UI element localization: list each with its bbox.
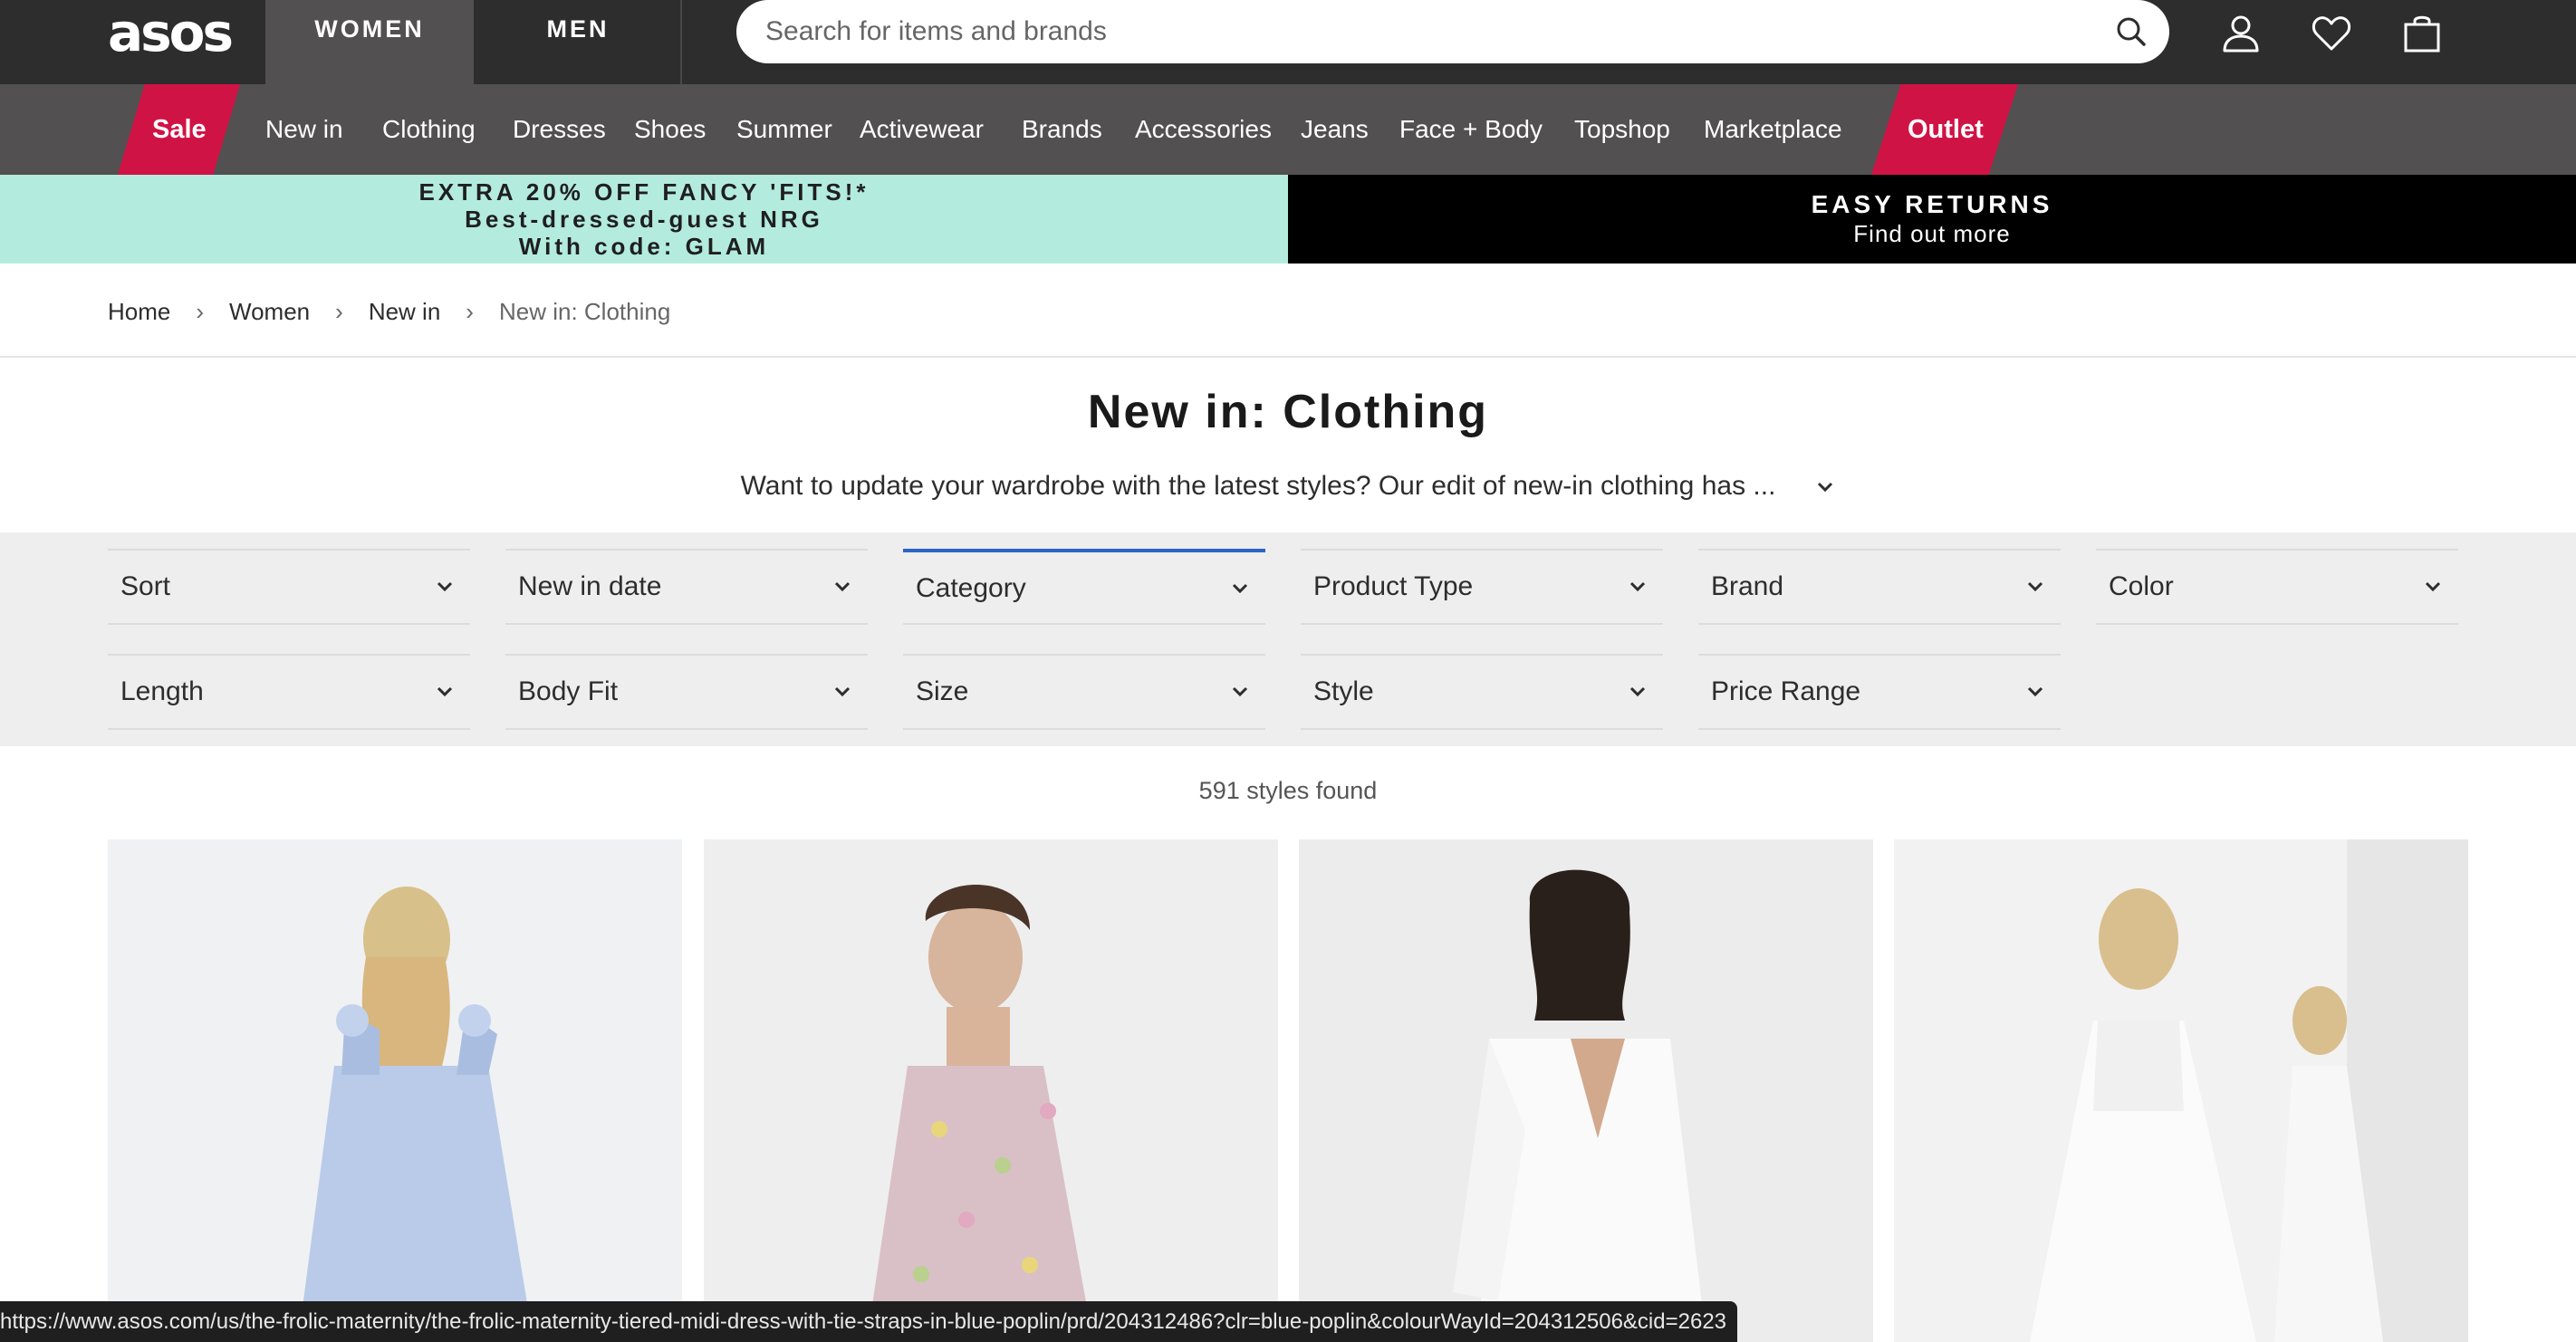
chevron-down-icon	[1629, 686, 1646, 697]
breadcrumb-current: New in: Clothing	[498, 297, 671, 325]
product-image[interactable]	[1299, 839, 1873, 1342]
nav-accessories[interactable]: Accessories	[1135, 84, 1272, 175]
nav-jeans[interactable]: Jeans	[1301, 84, 1369, 175]
breadcrumb-new-in[interactable]: New in	[369, 298, 440, 326]
nav-brands[interactable]: Brands	[1022, 84, 1102, 175]
filter-label: Brand	[1711, 571, 1784, 601]
chevron-down-icon[interactable]	[1815, 477, 1835, 497]
filter-label: Category	[916, 573, 1026, 603]
chevron-down-icon	[1232, 686, 1248, 697]
breadcrumb-women[interactable]: Women	[229, 298, 310, 326]
search-icon[interactable]	[2115, 15, 2148, 48]
filter-body-fit[interactable]: Body Fit	[505, 654, 868, 730]
tab-men[interactable]: MEN	[474, 0, 682, 84]
nav-outlet[interactable]: Outlet	[1908, 84, 1984, 175]
divider	[0, 356, 2576, 358]
promo-line-3: With code: GLAM	[518, 233, 770, 260]
filter-label: New in date	[518, 571, 662, 601]
top-bar: asos WOMEN MEN	[0, 0, 2576, 84]
nav-face-body[interactable]: Face + Body	[1399, 84, 1543, 175]
chevron-down-icon	[834, 686, 851, 697]
nav-shoes[interactable]: Shoes	[634, 84, 706, 175]
filter-length[interactable]: Length	[108, 654, 470, 730]
results-count: 591 styles found	[1198, 777, 1378, 804]
product-card[interactable]	[108, 839, 682, 1342]
product-image[interactable]	[704, 839, 1278, 1342]
returns-link[interactable]: Find out more	[1288, 220, 2576, 247]
filter-style[interactable]: Style	[1301, 654, 1663, 730]
product-card[interactable]	[1894, 839, 2468, 1342]
product-image[interactable]	[1894, 839, 2468, 1342]
filter-category[interactable]: Category	[903, 549, 1265, 625]
heart-icon[interactable]	[2311, 13, 2352, 54]
divider	[680, 0, 682, 84]
nav-sale[interactable]: Sale	[152, 84, 207, 175]
returns-title: EASY RETURNS	[1811, 190, 2053, 218]
page-title: New in: Clothing	[1087, 386, 1489, 438]
product-card[interactable]	[1299, 839, 1873, 1342]
chevron-down-icon	[437, 686, 453, 697]
category-description[interactable]: Want to update your wardrobe with the la…	[0, 471, 2576, 502]
nav-clothing[interactable]: Clothing	[382, 84, 476, 175]
asos-logo[interactable]: asos	[108, 5, 234, 60]
breadcrumb-separator: ›	[196, 297, 205, 325]
filter-size[interactable]: Size	[903, 654, 1265, 730]
search-bar[interactable]	[736, 0, 2169, 63]
filter-label: Body Fit	[518, 676, 619, 706]
chevron-down-icon	[834, 581, 851, 592]
category-nav: Sale New in Clothing Dresses Shoes Summe…	[0, 84, 2576, 175]
promo-line-1: EXTRA 20% OFF FANCY 'FITS!*	[418, 178, 870, 206]
product-image[interactable]	[108, 839, 682, 1342]
product-card[interactable]	[704, 839, 1278, 1342]
filter-product-type[interactable]: Product Type	[1301, 549, 1663, 625]
filter-label: Color	[2109, 571, 2174, 601]
chevron-down-icon	[2425, 581, 2441, 592]
filter-brand[interactable]: Brand	[1698, 549, 2061, 625]
filter-label: Sort	[120, 571, 171, 601]
tab-women[interactable]: WOMEN	[265, 0, 474, 84]
promo-banner[interactable]: EXTRA 20% OFF FANCY 'FITS!* Best-dressed…	[0, 175, 1288, 264]
filter-label: Price Range	[1711, 676, 1861, 706]
promo-line-2: Best-dressed-guest NRG	[465, 206, 823, 233]
breadcrumb: Home › Women › New in › New in: Clothing	[108, 295, 670, 328]
breadcrumb-home[interactable]: Home	[108, 298, 170, 326]
nav-dresses[interactable]: Dresses	[513, 84, 606, 175]
nav-marketplace[interactable]: Marketplace	[1704, 84, 1842, 175]
nav-topshop[interactable]: Topshop	[1574, 84, 1670, 175]
filter-label: Style	[1313, 676, 1374, 706]
filter-label: Length	[120, 676, 204, 706]
link-preview-status-bar: https://www.asos.com/us/the-frolic-mater…	[0, 1301, 1738, 1342]
filter-label: Product Type	[1313, 571, 1474, 601]
nav-new-in[interactable]: New in	[265, 84, 343, 175]
breadcrumb-separator: ›	[335, 297, 343, 325]
description-text: Want to update your wardrobe with the la…	[740, 471, 1776, 501]
breadcrumb-separator: ›	[466, 297, 474, 325]
chevron-down-icon	[2027, 581, 2043, 592]
filter-sort[interactable]: Sort	[108, 549, 470, 625]
chevron-down-icon	[2027, 686, 2043, 697]
account-icon[interactable]	[2220, 13, 2262, 54]
chevron-down-icon	[437, 581, 453, 592]
chevron-down-icon	[1629, 581, 1646, 592]
filter-new-in-date[interactable]: New in date	[505, 549, 868, 625]
chevron-down-icon	[1232, 583, 1248, 594]
returns-banner[interactable]: EASY RETURNS Find out more	[1288, 175, 2576, 264]
nav-activewear[interactable]: Activewear	[860, 84, 984, 175]
filter-label: Size	[916, 676, 969, 706]
filter-price-range[interactable]: Price Range	[1698, 654, 2061, 730]
bag-icon[interactable]	[2401, 13, 2443, 54]
filter-panel: Sort New in date Category Product Type B…	[0, 532, 2576, 746]
search-input[interactable]	[765, 0, 2070, 63]
nav-summer[interactable]: Summer	[736, 84, 832, 175]
filter-color[interactable]: Color	[2096, 549, 2458, 625]
